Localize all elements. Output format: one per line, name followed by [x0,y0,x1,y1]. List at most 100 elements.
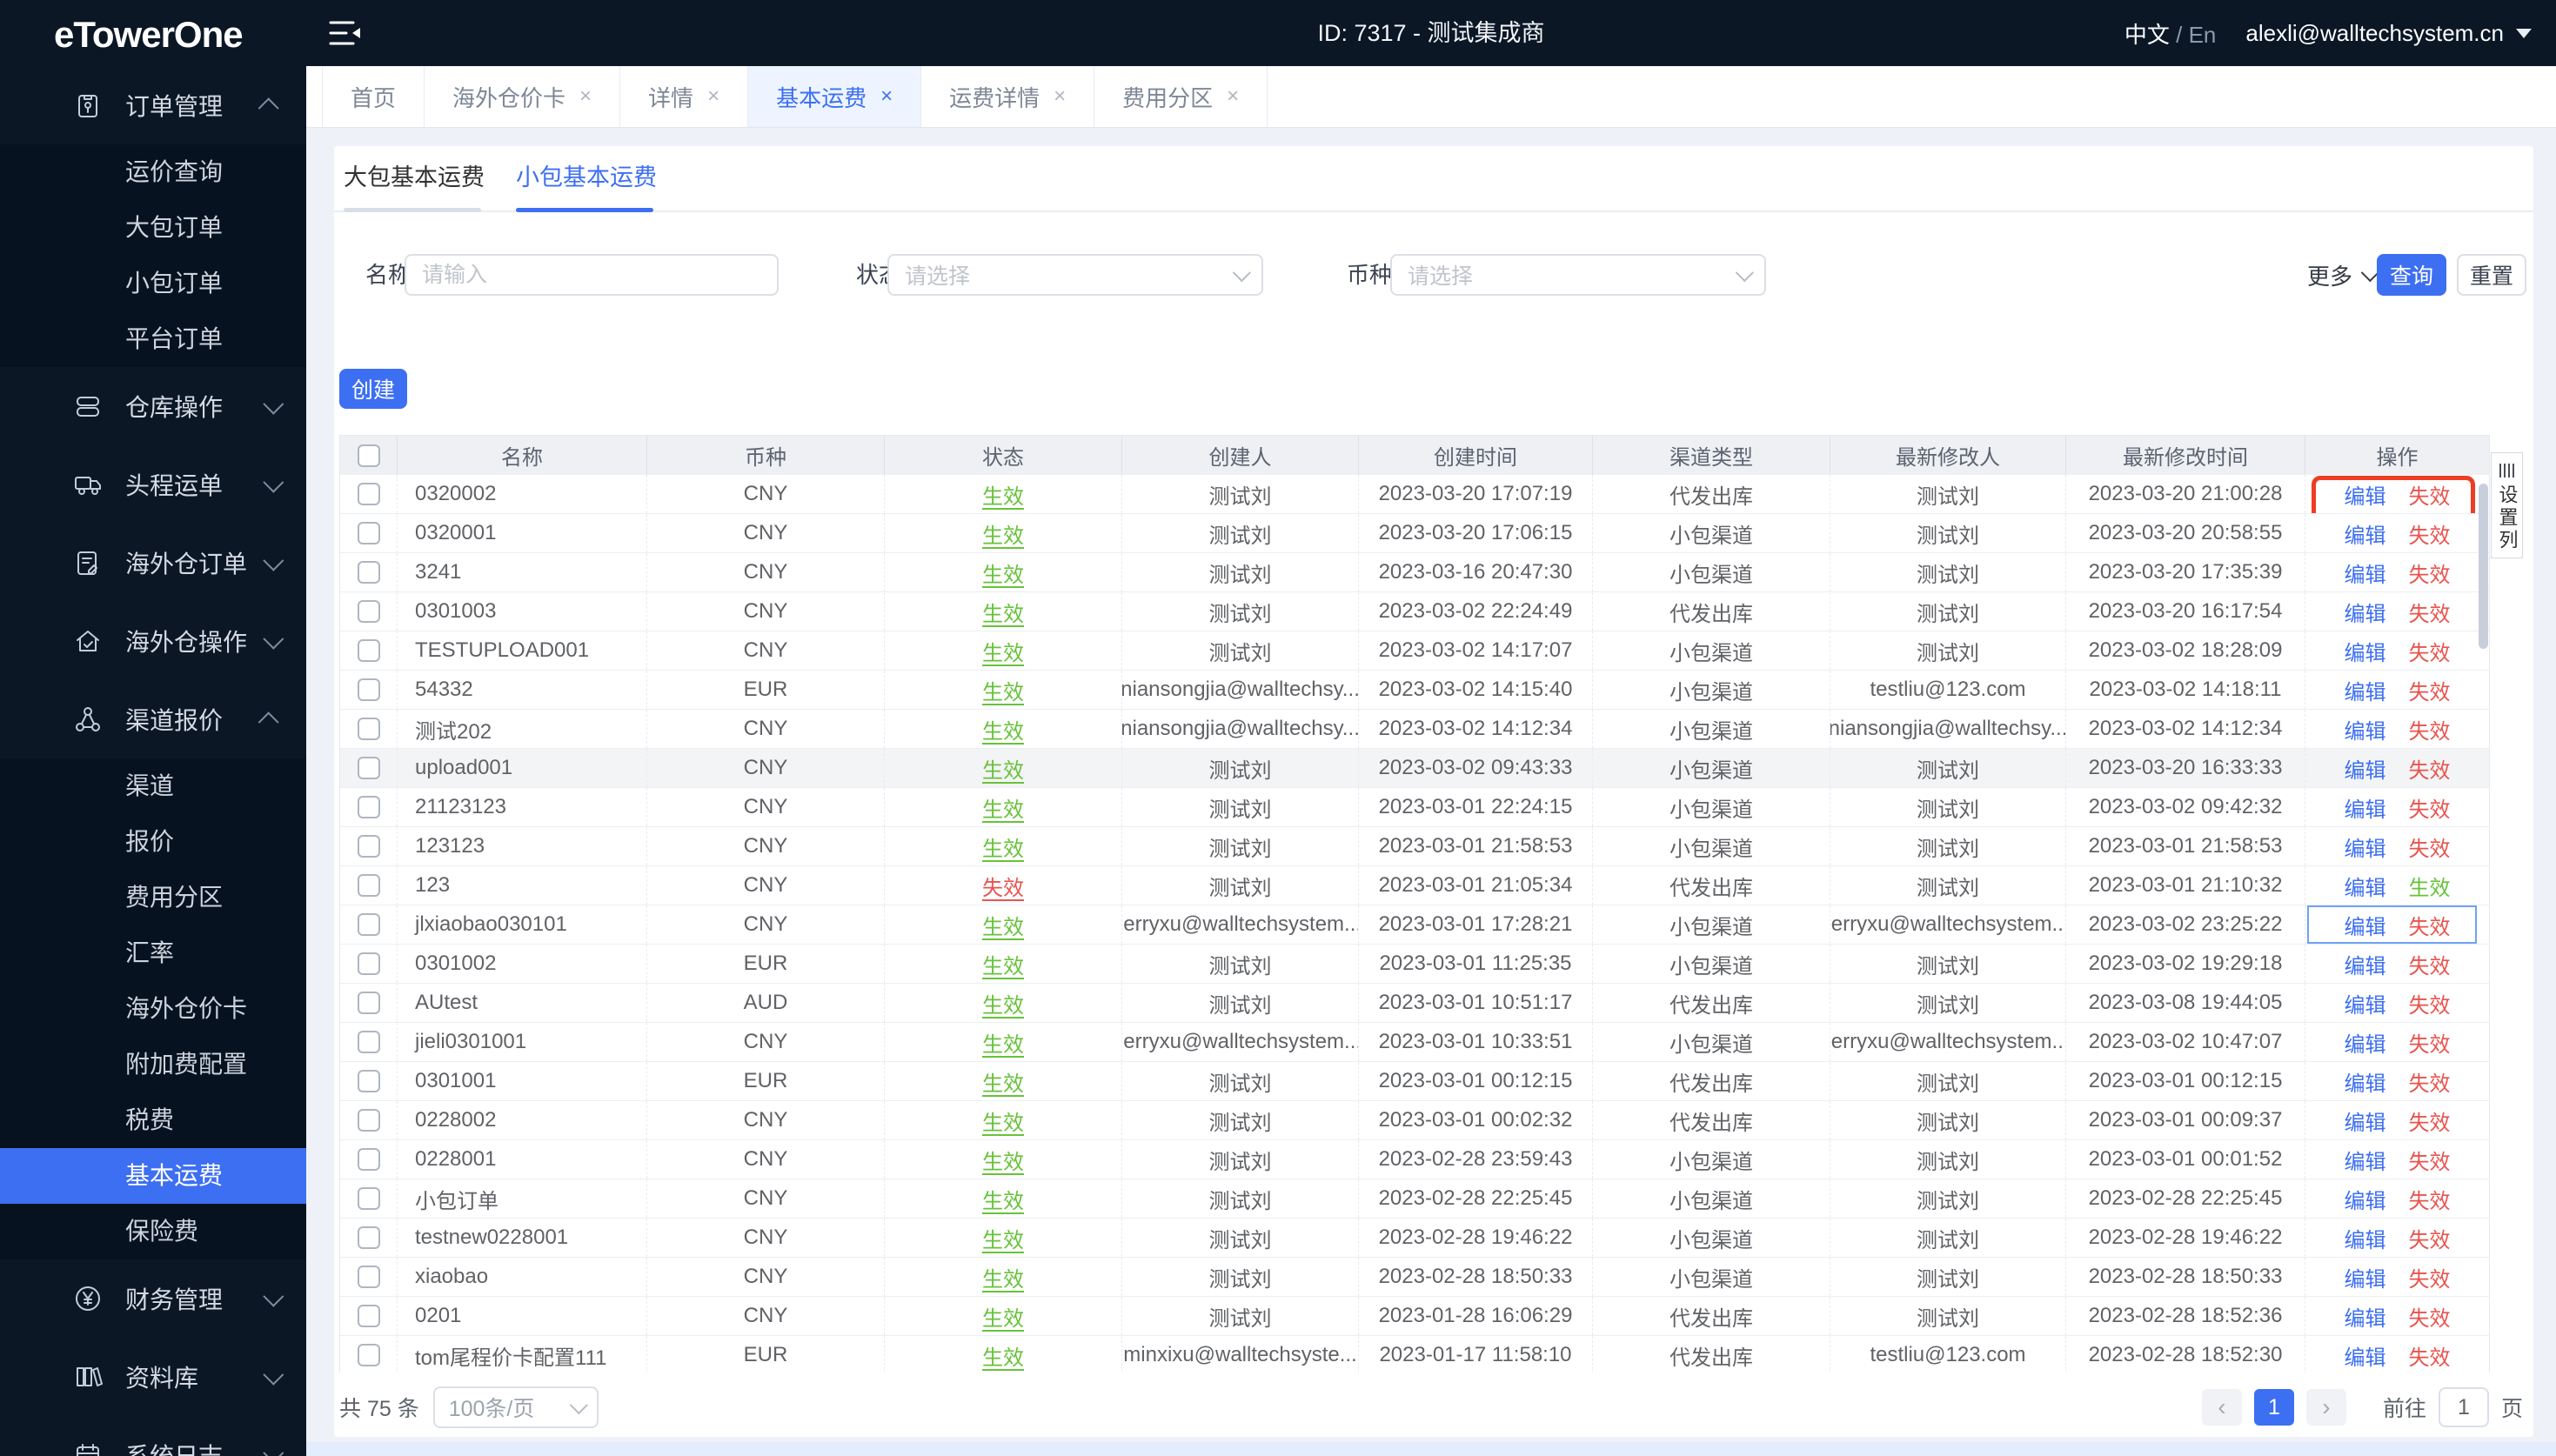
sidebar-item-渠道[interactable]: 渠道 [0,758,306,814]
row-checkbox[interactable] [357,600,380,623]
page-1-button[interactable]: 1 [2253,1389,2294,1426]
sidebar-item-费用分区[interactable]: 费用分区 [0,870,306,925]
column-header-最新修改时间[interactable]: 最新修改时间 [2066,436,2305,475]
sidebar-item-附加费配置[interactable]: 附加费配置 [0,1037,306,1092]
edit-link[interactable]: 编辑 [2345,1223,2386,1253]
column-header-创建人[interactable]: 创建人 [1122,436,1359,475]
edit-link[interactable]: 编辑 [2345,479,2386,510]
row-checkbox[interactable] [357,1070,380,1092]
column-header-最新修改人[interactable]: 最新修改人 [1830,436,2066,475]
toggle-status-link[interactable]: 失效 [2409,675,2451,705]
toggle-status-link[interactable]: 失效 [2409,792,2451,823]
sidebar-group-海外仓订单[interactable]: 海外仓订单 [0,524,306,602]
user-menu[interactable]: alexli@walltechsystem.cn [2245,20,2532,47]
edit-link[interactable]: 编辑 [2345,792,2386,823]
edit-link[interactable]: 编辑 [2345,558,2386,588]
toggle-status-link[interactable]: 失效 [2409,1105,2451,1136]
edit-link[interactable]: 编辑 [2345,910,2386,940]
toggle-status-link[interactable]: 失效 [2409,753,2451,784]
toggle-status-link[interactable]: 失效 [2409,1340,2451,1371]
close-icon[interactable]: × [579,84,592,109]
edit-link[interactable]: 编辑 [2345,1184,2386,1214]
row-checkbox[interactable] [357,678,380,701]
toggle-status-link[interactable]: 失效 [2409,1301,2451,1332]
column-header-渠道类型[interactable]: 渠道类型 [1593,436,1830,475]
create-button[interactable]: 创建 [339,369,407,409]
sidebar-item-海外仓价卡[interactable]: 海外仓价卡 [0,981,306,1037]
row-checkbox[interactable] [357,639,380,662]
column-settings-button[interactable]: 设置列 [2491,452,2523,558]
toggle-status-link[interactable]: 失效 [2409,832,2451,862]
toggle-status-link[interactable]: 失效 [2409,714,2451,745]
reset-button[interactable]: 重置 [2457,254,2526,296]
sidebar-group-系统日志[interactable]: 系统日志 [0,1416,306,1456]
tab-海外仓价卡[interactable]: 海外仓价卡 × [425,66,621,127]
row-checkbox[interactable] [357,952,380,975]
toggle-status-link[interactable]: 生效 [2409,871,2451,901]
sidebar-item-平台订单[interactable]: 平台订单 [0,311,306,367]
close-icon[interactable]: × [1054,84,1066,109]
next-page-button[interactable]: › [2305,1389,2346,1426]
toggle-status-link[interactable]: 失效 [2409,1027,2451,1058]
sidebar-group-海外仓操作[interactable]: 海外仓操作 [0,602,306,680]
sidebar-item-小包订单[interactable]: 小包订单 [0,256,306,311]
row-checkbox[interactable] [357,913,380,936]
horizontal-scrollbar-track[interactable] [306,1442,2556,1456]
toggle-status-link[interactable]: 失效 [2409,988,2451,1019]
column-header-币种[interactable]: 币种 [647,436,885,475]
sidebar-item-税费[interactable]: 税费 [0,1092,306,1148]
edit-link[interactable]: 编辑 [2345,675,2386,705]
edit-link[interactable]: 编辑 [2345,988,2386,1019]
edit-link[interactable]: 编辑 [2345,597,2386,627]
name-filter-input[interactable] [405,254,779,296]
toggle-status-link[interactable]: 失效 [2409,479,2451,510]
row-checkbox[interactable] [357,835,380,858]
more-filters-button[interactable]: 更多 [2307,254,2379,296]
table-vertical-scrollbar[interactable] [2479,484,2488,649]
row-checkbox[interactable] [357,522,380,544]
status-filter-select[interactable]: 请选择 [887,254,1263,296]
row-checkbox[interactable] [357,1305,380,1327]
menu-fold-icon[interactable] [329,20,362,46]
edit-link[interactable]: 编辑 [2345,753,2386,784]
toggle-status-link[interactable]: 失效 [2409,636,2451,666]
edit-link[interactable]: 编辑 [2345,518,2386,549]
row-checkbox[interactable] [357,561,380,584]
tab-费用分区[interactable]: 费用分区 × [1094,66,1268,127]
toggle-status-link[interactable]: 失效 [2409,1184,2451,1214]
sidebar-group-渠道报价[interactable]: 渠道报价 [0,680,306,758]
edit-link[interactable]: 编辑 [2345,636,2386,666]
row-checkbox[interactable] [357,1031,380,1053]
row-checkbox[interactable] [357,992,380,1014]
row-checkbox[interactable] [357,483,380,505]
edit-link[interactable]: 编辑 [2345,1066,2386,1097]
sidebar-group-财务管理[interactable]: 财务管理 [0,1259,306,1338]
select-all-checkbox[interactable] [357,444,380,467]
sidebar-group-仓库操作[interactable]: 仓库操作 [0,367,306,445]
column-header-操作[interactable]: 操作 [2305,436,2489,475]
edit-link[interactable]: 编辑 [2345,1145,2386,1175]
toggle-status-link[interactable]: 失效 [2409,1223,2451,1253]
prev-page-button[interactable]: ‹ [2201,1389,2242,1426]
sidebar-item-汇率[interactable]: 汇率 [0,925,306,981]
close-icon[interactable]: × [880,84,893,109]
row-checkbox[interactable] [357,874,380,897]
search-button[interactable]: 查询 [2377,254,2446,296]
edit-link[interactable]: 编辑 [2345,1027,2386,1058]
row-checkbox[interactable] [357,1109,380,1132]
sidebar-item-运价查询[interactable]: 运价查询 [0,144,306,200]
edit-link[interactable]: 编辑 [2345,832,2386,862]
page-size-select[interactable]: 100条/页 [432,1386,599,1428]
tab-big-parcel-freight[interactable]: 大包基本运费 [344,146,485,209]
sidebar-item-大包订单[interactable]: 大包订单 [0,200,306,256]
edit-link[interactable]: 编辑 [2345,714,2386,745]
language-switcher[interactable]: 中文 / En [2124,17,2217,50]
toggle-status-link[interactable]: 失效 [2409,1066,2451,1097]
sidebar-group-订单管理[interactable]: 订单管理 [0,66,306,144]
column-header-状态[interactable]: 状态 [885,436,1122,475]
toggle-status-link[interactable]: 失效 [2409,558,2451,588]
toggle-status-link[interactable]: 失效 [2409,910,2451,940]
toggle-status-link[interactable]: 失效 [2409,518,2451,549]
sidebar-group-头程运单[interactable]: 头程运单 [0,445,306,524]
tab-运费详情[interactable]: 运费详情 × [921,66,1095,127]
